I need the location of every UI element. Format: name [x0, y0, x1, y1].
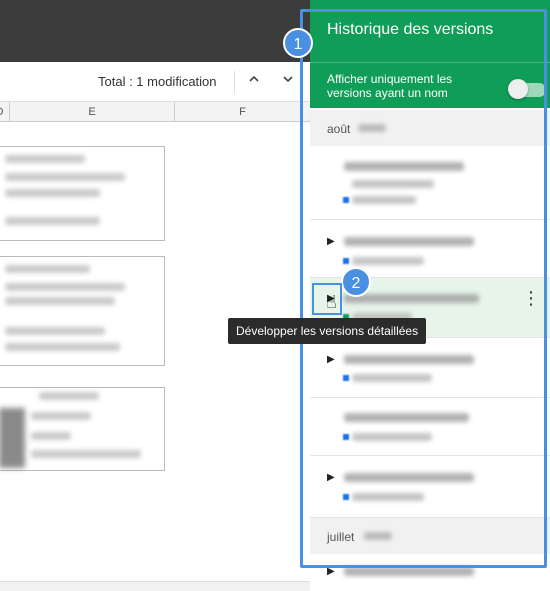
month-header: août: [310, 110, 550, 146]
version-item[interactable]: ▶: [310, 554, 550, 591]
expand-arrow-icon[interactable]: ▶: [327, 354, 335, 365]
expand-arrow-icon[interactable]: ▶: [327, 236, 335, 247]
version-item[interactable]: ▶: [310, 338, 550, 398]
panel-title: Historique des versions: [327, 21, 494, 38]
panel-header: Historique des versions: [310, 0, 550, 62]
sheet-tabs-bar: [0, 581, 310, 591]
tooltip: Développer les versions détaillées: [228, 318, 427, 344]
column-header-d[interactable]: D: [0, 102, 10, 122]
version-item[interactable]: ▶: [310, 456, 550, 518]
version-item[interactable]: [310, 146, 550, 220]
named-versions-filter: Afficher uniquement les versions ayant u…: [310, 62, 550, 108]
column-header-f[interactable]: F: [175, 102, 310, 122]
total-changes-label: Total : 1 modification: [98, 74, 217, 89]
sheet-grid[interactable]: [0, 122, 310, 582]
month-label: août: [327, 122, 351, 136]
column-headers: D E F: [0, 102, 310, 122]
month-label: juillet: [327, 530, 355, 544]
month-header: juillet: [310, 518, 550, 554]
column-header-e[interactable]: E: [10, 102, 175, 122]
sheet-card: [0, 146, 165, 241]
more-options-icon[interactable]: ⋮: [522, 289, 540, 307]
changes-bar: Total : 1 modification: [0, 62, 310, 102]
chevron-down-icon: [283, 76, 293, 83]
app-toolbar: [0, 0, 310, 62]
expand-arrow-icon[interactable]: ▶: [327, 566, 335, 577]
version-item[interactable]: [310, 398, 550, 456]
previous-change-button[interactable]: [243, 70, 265, 92]
sheet-card: [0, 387, 165, 471]
version-history-panel: Historique des versions Afficher uniquem…: [310, 0, 550, 591]
step-badge-2: 2: [341, 267, 371, 297]
hand-cursor-icon: ☝: [326, 292, 337, 312]
chevron-up-icon: [249, 75, 259, 82]
sheet-card: [0, 256, 165, 366]
toggle-knob[interactable]: [508, 79, 528, 99]
expand-arrow-icon[interactable]: ▶: [327, 472, 335, 483]
divider: [234, 71, 235, 93]
step-badge-1: 1: [283, 28, 313, 58]
named-versions-label: Afficher uniquement les versions ayant u…: [327, 72, 453, 100]
next-change-button[interactable]: [277, 70, 299, 92]
